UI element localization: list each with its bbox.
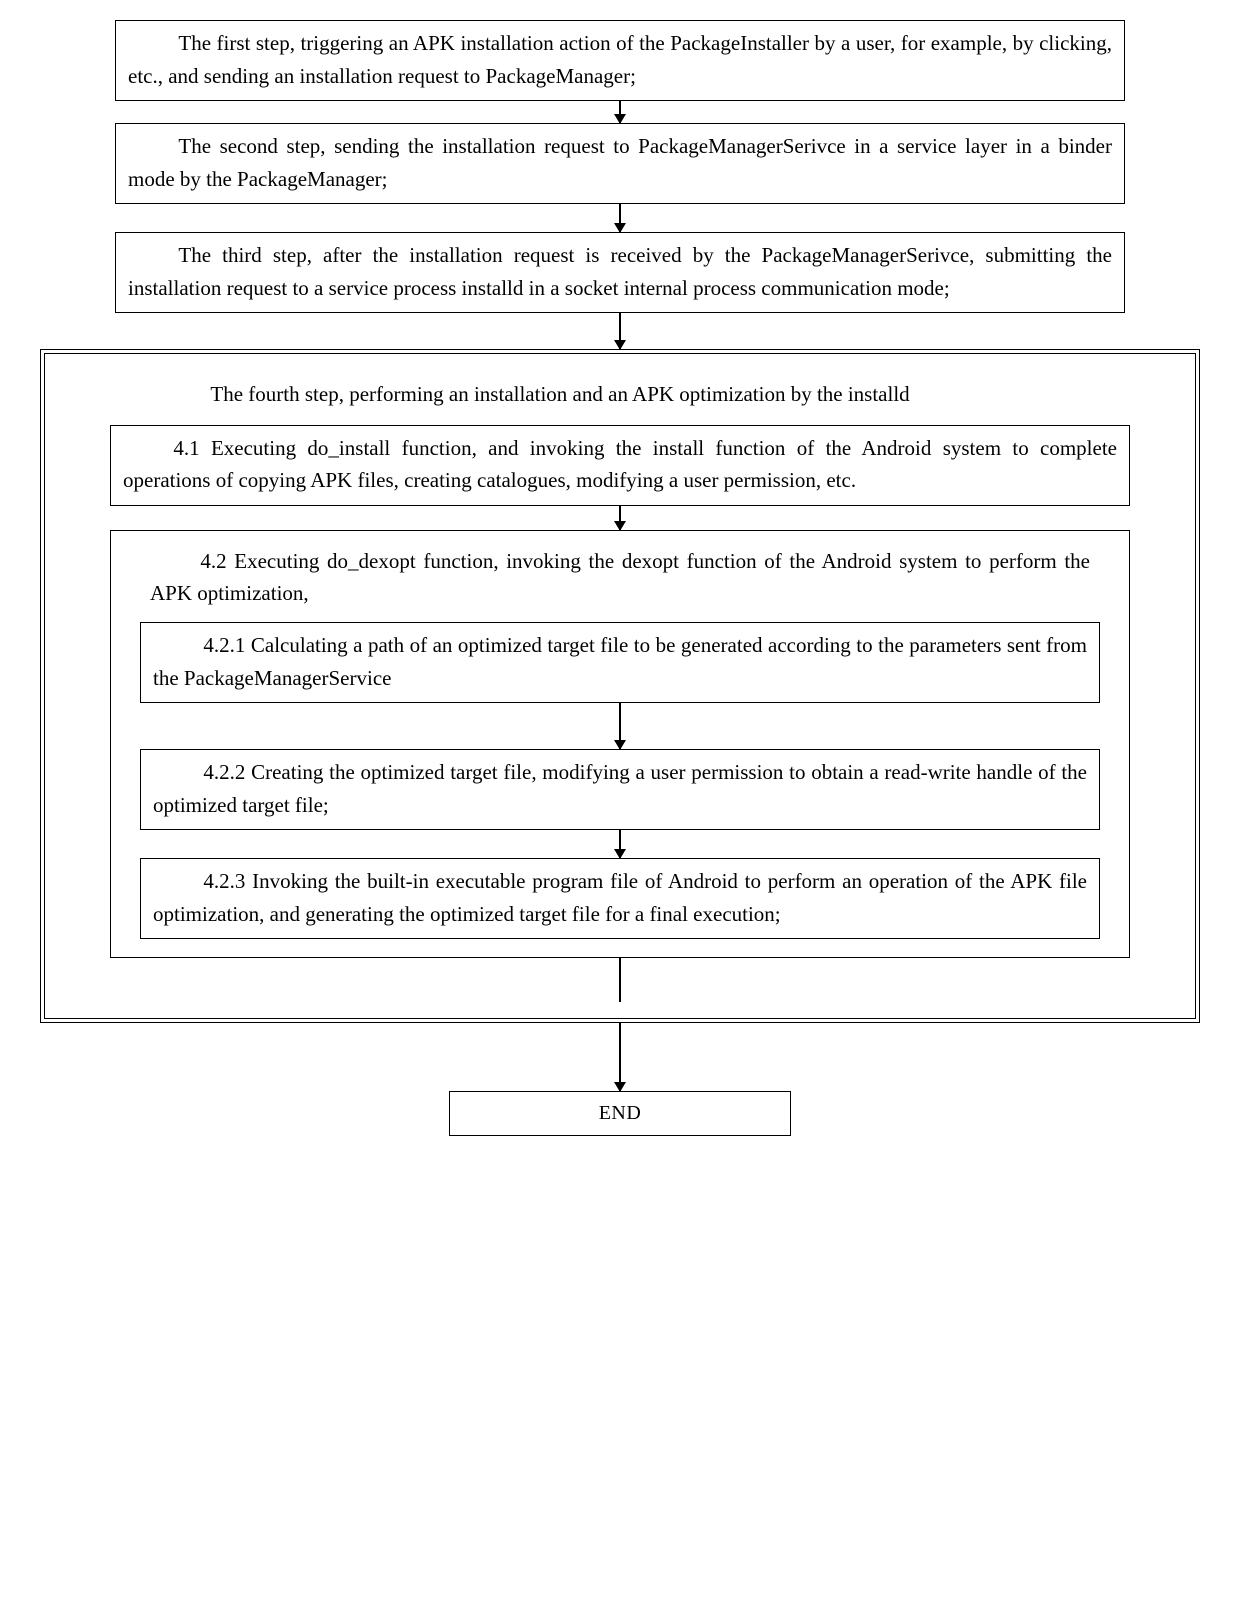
arrow-1-2 [619, 101, 621, 123]
arrow-3-4 [619, 313, 621, 349]
step-4-2-3-box: 4.2.3 Invoking the built-in executable p… [140, 858, 1100, 939]
step-4-2-title-text: 4.2 Executing do_dexopt function, invoki… [150, 549, 1090, 606]
flowchart: The first step, triggering an APK instal… [20, 20, 1220, 1136]
step-4-2-title: 4.2 Executing do_dexopt function, invoki… [150, 545, 1090, 610]
arrow-41-42 [619, 506, 621, 530]
step-4-1-text: 4.1 Executing do_install function, and i… [123, 436, 1117, 493]
step-4-2-2-box: 4.2.2 Creating the optimized target file… [140, 749, 1100, 830]
step-4-2-2-text: 4.2.2 Creating the optimized target file… [153, 760, 1087, 817]
step-1-text: The first step, triggering an APK instal… [128, 31, 1112, 88]
step-4-1-box: 4.1 Executing do_install function, and i… [110, 425, 1130, 506]
end-text: END [599, 1102, 642, 1124]
step-1-box: The first step, triggering an APK instal… [115, 20, 1125, 101]
step-4-2-1-box: 4.2.1 Calculating a path of an optimized… [140, 622, 1100, 703]
step-2-box: The second step, sending the installatio… [115, 123, 1125, 204]
arrow-422-423 [619, 830, 621, 858]
step-4-title: The fourth step, performing an installat… [154, 378, 1086, 411]
arrow-421-422 [619, 703, 621, 749]
step-4-2-3-text: 4.2.3 Invoking the built-in executable p… [153, 869, 1087, 926]
arrow-2-3 [619, 204, 621, 232]
step-3-text: The third step, after the installation r… [128, 243, 1112, 300]
step-2-text: The second step, sending the installatio… [128, 134, 1112, 191]
line-42-down [619, 958, 621, 1002]
step-3-box: The third step, after the installation r… [115, 232, 1125, 313]
step-4-title-text: The fourth step, performing an installat… [210, 382, 909, 406]
end-box: END [449, 1091, 791, 1136]
arrow-4-end [619, 1023, 621, 1091]
step-4-container: The fourth step, performing an installat… [40, 349, 1200, 1023]
step-4-2-1-text: 4.2.1 Calculating a path of an optimized… [153, 633, 1087, 690]
step-4-2-container: 4.2 Executing do_dexopt function, invoki… [110, 530, 1130, 958]
